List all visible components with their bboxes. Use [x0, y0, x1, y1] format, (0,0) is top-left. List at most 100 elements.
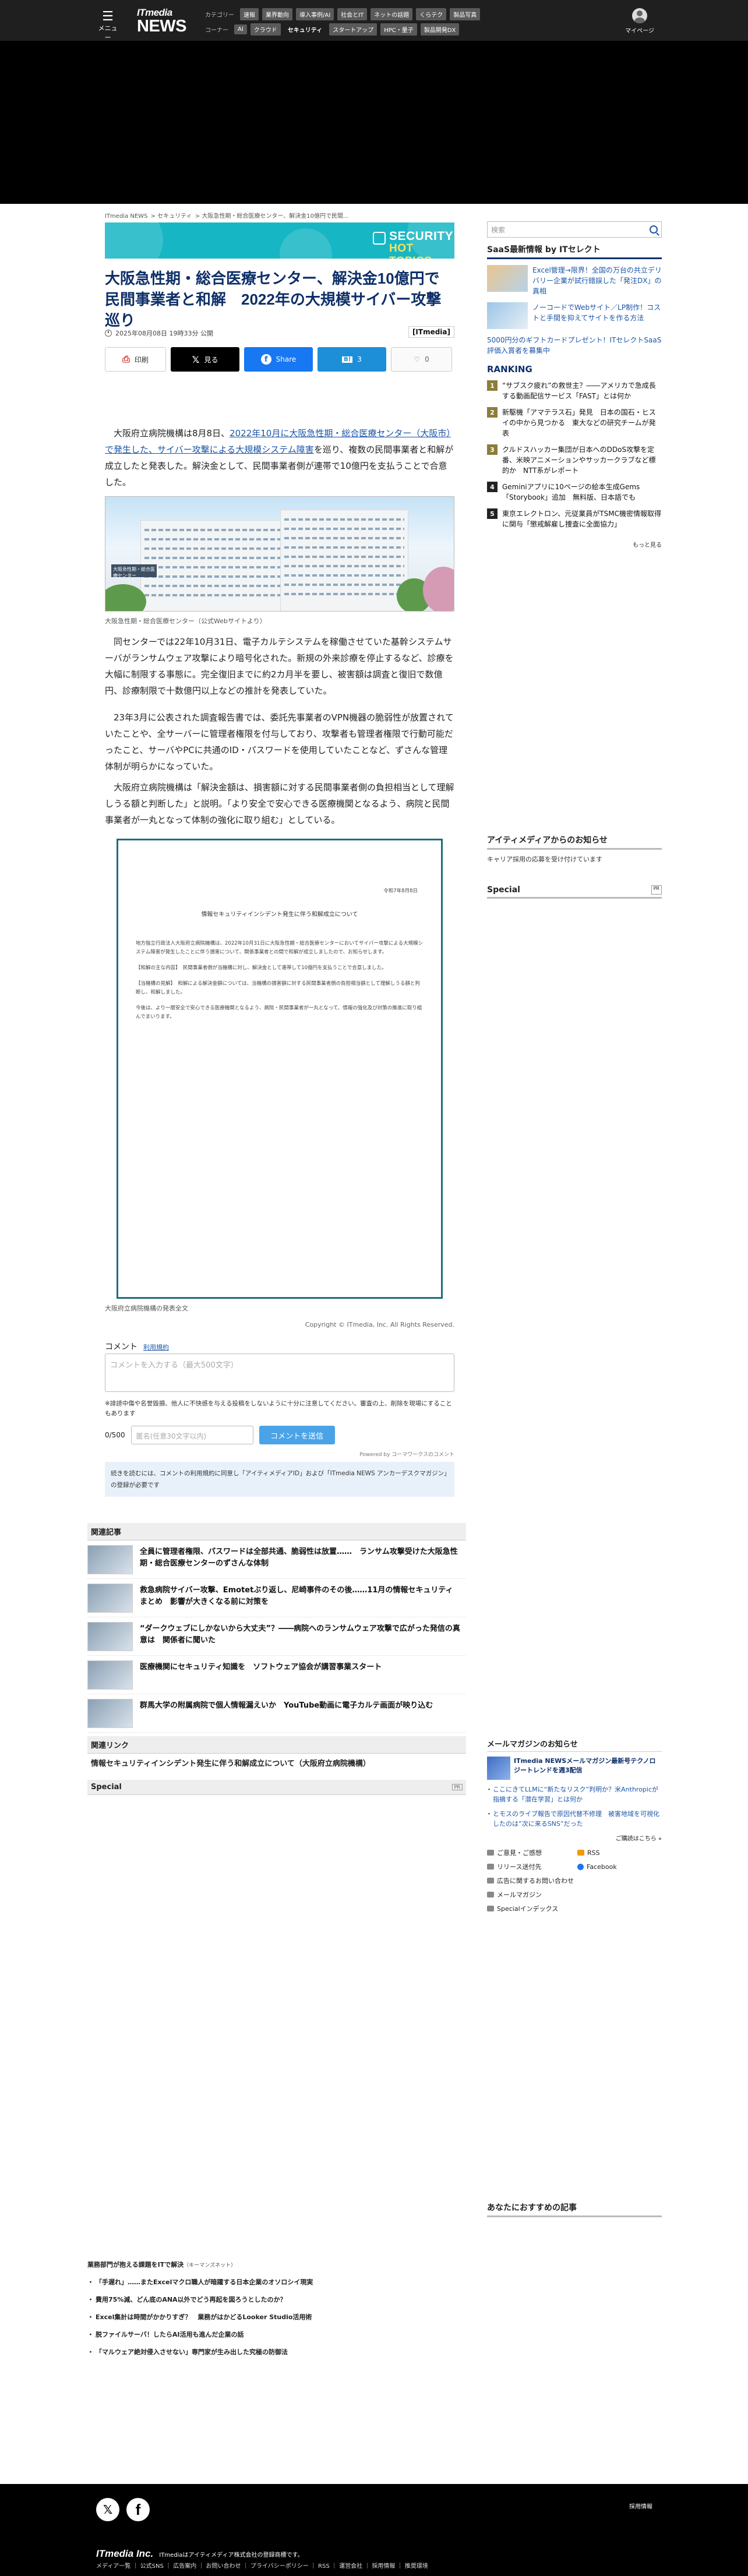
nav-chip[interactable]: 社会とIT [337, 8, 368, 20]
share-bar: ⎙ 印刷 𝕏 見る f Share B! 3 ♡ 0 [105, 347, 452, 372]
nav-chip[interactable]: 製品開発DX [420, 23, 460, 36]
feedback-link[interactable]: ご意見・ご感想 [487, 1848, 571, 1857]
terms-link[interactable]: 利用規約 [143, 1342, 169, 1352]
related-thumb [87, 1622, 133, 1651]
search-icon[interactable] [650, 225, 658, 234]
send-comment-button[interactable]: コメントを送信 [259, 1426, 335, 1444]
nav-chip[interactable]: AI [234, 24, 247, 34]
comment-input[interactable]: コメントを入力する（最大500文字） [105, 1354, 454, 1392]
saas-item[interactable]: ノーコードでWebサイト／LP制作！コストと手間を抑えてサイトを作る方法 [487, 302, 662, 329]
facebook-share-button[interactable]: f Share [244, 347, 313, 372]
hospital-sign: 大阪急性期・総合医療センター [111, 564, 157, 578]
nav-chip-active[interactable]: セキュリティ [284, 23, 326, 36]
footer-links[interactable]: メディア一覧 ｜ 公式SNS ｜ 広告案内 ｜ お問い合わせ ｜ プライバシーポ… [96, 2561, 428, 2570]
article-meta: 2025年08月08日 19時33分 公開 [105, 328, 213, 338]
category-label: カテゴリー [205, 12, 234, 19]
keyman-item[interactable]: 費用75%減、どん底のANA以外でどう再起を図ろうとしたのか？ [87, 2295, 466, 2304]
special-title: Special [91, 1783, 122, 1791]
keyman-list: 業務部門が抱える課題をITで解決（キーマンズネット） 「手遅れ」……またExce… [87, 2260, 466, 2365]
print-button[interactable]: ⎙ 印刷 [105, 347, 166, 372]
menu-button[interactable]: ☰ メニュー [96, 10, 119, 42]
related-item[interactable]: 群馬大学の附属病院で個人情報漏えいか YouTube動画に電子カルテ画面が映り込… [87, 1694, 466, 1733]
ad-inquiry-link[interactable]: 広告に関するお問い合わせ [487, 1876, 662, 1885]
nav-chip[interactable]: 製品写真 [450, 8, 481, 20]
saas-promo[interactable]: 5000円分のギフトカードプレゼント！ITセレクトSaaS評価入賞者を募集中 [487, 335, 662, 356]
subscribe-link[interactable]: ご購読はこちら » [487, 1833, 662, 1842]
ranking-item[interactable]: 1 “サブスク疲れ”の救世主？――アメリカで急成長する動画配信サービス「FAST」… [487, 380, 662, 401]
doc-date: 令和7年8月8日 [383, 888, 418, 894]
notice-header: アイティメディアからのお知らせ [487, 834, 662, 850]
link-label: ご意見・ご感想 [497, 1849, 542, 1857]
comment-submit-bar: 0/500 匿名(任意30文字以内) コメントを送信 [105, 1426, 454, 1444]
nav-chip[interactable]: スタートアップ [329, 23, 377, 36]
site-logo[interactable]: ITmedia NEWS [137, 7, 187, 35]
keyman-item[interactable]: Excel集計は時間がかかりすぎ？ 業務がはかどるLooker Studio活用… [87, 2312, 466, 2321]
footer-logo: ITmedia Inc. ITmediaはアイティメディア株式会社の登録商標です… [96, 2548, 303, 2560]
related-link[interactable]: 情報セキュリティインシデント発生に伴う和解成立について（大阪府立病院機構） [87, 1754, 466, 1772]
keyman-item[interactable]: 「マルウェア絶対侵入させない」専門家が生み出した究極の防御法 [87, 2347, 466, 2356]
footer-recruit-link[interactable]: 採用情報 [629, 2501, 652, 2510]
mail-magazine-item[interactable]: とモスのライブ報告で原因代替不修理 被害地域を可視化したのは“次に来るSNS”だ… [486, 1809, 662, 1829]
ranking-item[interactable]: 3 クルドスハッカー集団が日本へのDDoS攻撃を定番、米映アニメーションやサッカー… [487, 444, 662, 476]
nav-chip[interactable]: 業界動向 [262, 8, 292, 20]
security-hot-topics-banner[interactable]: SECURITY HOT TOPICS [105, 222, 454, 259]
publish-date: 2025年08月08日 19時33分 公開 [115, 330, 213, 337]
comment-header: コメント 利用規約 [105, 1341, 169, 1352]
ranking-more-link[interactable]: もっと見る [487, 540, 662, 549]
doc-caption: 大阪府立病院機構の発表全文 [105, 1305, 188, 1312]
saas-header: SaaS最新情報 by ITセレクト [487, 243, 662, 259]
mail-magazine-promo[interactable]: ITmedia NEWSメールマガジン最新号テクノロジートレンドを週3配信 [487, 1757, 662, 1780]
doc-paragraph: 今後は、より一層安全で安心できる医療機関となるよう、病院・民間事業者が一丸となっ… [136, 1005, 422, 1020]
keyman-item[interactable]: 「手遅れ」……またExcelマクロ職人が暗躍する日本企業のオソロシイ現実 [87, 2277, 466, 2287]
search-input[interactable]: 検索 [491, 225, 505, 235]
special-section: Special PR [87, 1780, 466, 1795]
name-input[interactable]: 匿名(任意30文字以内) [130, 1426, 253, 1444]
saas-title: ノーコードでWebサイト／LP制作！コストと手間を抑えてサイトを作る方法 [532, 303, 661, 322]
hatena-bookmark-button[interactable]: B! 3 [317, 347, 386, 372]
mypage-button[interactable]: マイページ [622, 8, 657, 34]
saas-thumb [487, 265, 528, 292]
like-button[interactable]: ♡ 0 [391, 347, 452, 372]
x-share-button[interactable]: 𝕏 見る [171, 347, 239, 372]
nav-chip[interactable]: 導入事例/AI [296, 8, 334, 20]
saas-item[interactable]: Excel管理→限界！全国の万台の共立デリバリー企業が試行錯誤した「発注DX」の… [487, 265, 662, 296]
nav-chip[interactable]: 速報 [240, 8, 259, 20]
related-item[interactable]: 医療機関にセキュリティ知識を ソフトウェア協会が講習事業スタート [87, 1656, 466, 1694]
breadcrumb-item[interactable]: > セキュリティ [151, 213, 192, 220]
nav-chip[interactable]: くらテク [416, 8, 447, 20]
mail-magazine-link[interactable]: メールマガジン [487, 1890, 662, 1899]
nav-chip[interactable]: HPC・量子 [380, 23, 417, 36]
facebook-icon [577, 1863, 584, 1870]
related-item[interactable]: 全員に管理者権限、パスワードは全部共通、脆弱性は放置…… ランサム攻撃受けた大阪… [87, 1540, 466, 1579]
nav-chip[interactable]: ネットの話題 [371, 8, 413, 20]
related-title: 関連記事 [91, 1528, 122, 1537]
comment-label: コメント [105, 1342, 137, 1352]
ranking-item[interactable]: 2 新駆機「アマテラス石」発見 日本の国石・ヒスイの中から見つかる 東大などの研究… [487, 407, 662, 439]
facebook-link[interactable]: Facebook [577, 1862, 662, 1871]
related-thumb [87, 1660, 133, 1690]
related-item[interactable]: “ダークウェブにしかないから大丈夫”？――病院へのランサムウェア攻撃で広がった発… [87, 1617, 466, 1656]
press-release-link[interactable]: リリース送付先 [487, 1862, 571, 1871]
keyman-item[interactable]: 脱ファイルサーバ！したらAI活用も進んだ企業の話 [87, 2330, 466, 2339]
mail-magazine-item[interactable]: ここにきてLLMに“新たなリスク”判明か？米Anthropicが指摘する「潜在学… [486, 1785, 662, 1804]
related-item-title: “ダークウェブにしかないから大丈夫”？――病院へのランサムウェア攻撃で広がった発… [140, 1624, 460, 1645]
user-icon [632, 8, 647, 23]
search-box[interactable]: 検索 [487, 221, 662, 238]
hatena-count: 3 [357, 355, 362, 363]
nav-chip[interactable]: クラウド [250, 23, 281, 36]
ranking-item[interactable]: 5 東京エレクトロン、元従業員がTSMC機密情報取得に関与「懲戒解雇し捜査に全面協… [487, 508, 662, 529]
footer-logo-text[interactable]: ITmedia Inc. [96, 2548, 153, 2560]
link-label: RSS [587, 1849, 600, 1857]
x-logo-icon[interactable]: 𝕏 [96, 2498, 119, 2521]
breadcrumb-item[interactable]: ITmedia NEWS [105, 213, 147, 220]
category-nav: カテゴリー 速報 業界動向 導入事例/AI 社会とIT ネットの話題 くらテク … [205, 8, 481, 20]
rss-link[interactable]: RSS [577, 1848, 662, 1857]
notice-link[interactable]: キャリア採用の応募を受け付けています [487, 854, 662, 864]
facebook-share-label: Share [276, 355, 297, 363]
keyman-header: 業務部門が抱える課題をITで解決（キーマンズネット） [87, 2260, 466, 2269]
facebook-icon[interactable]: f [126, 2498, 150, 2521]
related-header: 関連記事 [87, 1523, 466, 1540]
special-index-link[interactable]: Specialインデックス [487, 1904, 662, 1913]
ranking-item[interactable]: 4 Geminiアプリに10ページの絵本生成Gems「Storybook」追加 無… [487, 482, 662, 503]
related-item[interactable]: 救急病院サイバー攻撃、Emotetぶり返し、尼崎事件のその後……11月の情報セキ… [87, 1579, 466, 1617]
